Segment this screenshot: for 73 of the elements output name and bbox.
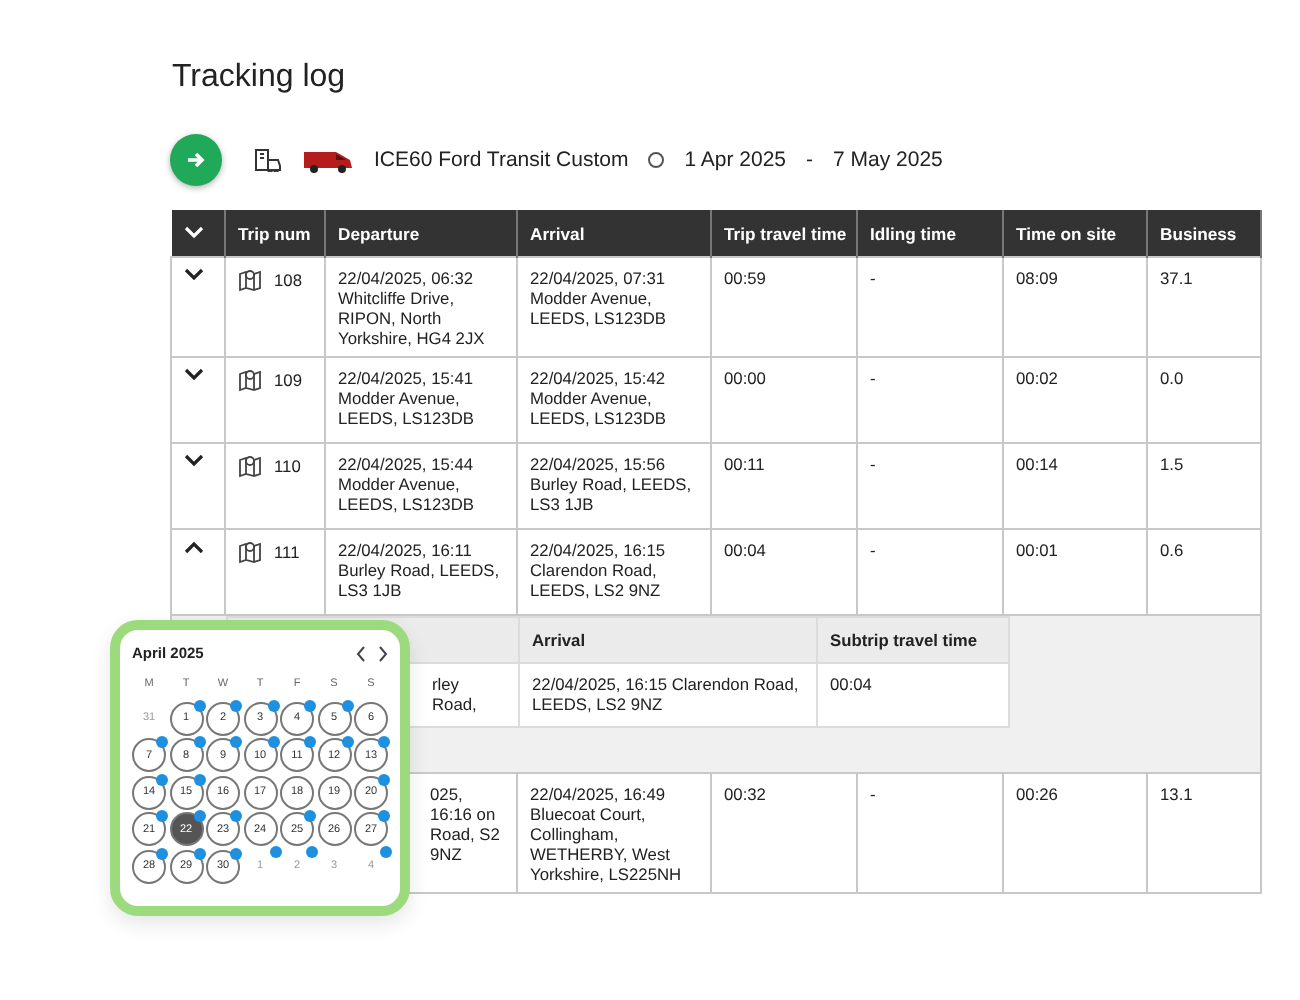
expand-toggle[interactable] — [184, 540, 204, 554]
chevron-icon — [184, 540, 204, 554]
table-cell: 22/04/2025, 15:56 Burley Road, LEEDS, LS3 1JB — [530, 454, 692, 514]
expand-all-toggle[interactable] — [183, 226, 203, 240]
table-cell: 22/04/2025, 16:15 Clarendon Road, LEEDS, LS2 9NZ — [530, 540, 666, 600]
map-pin-icon — [238, 368, 262, 392]
map-pin-icon — [238, 454, 262, 478]
table-cell: 00:04 — [724, 540, 766, 560]
table-cell: 00:26 — [1016, 784, 1058, 804]
table-cell: - — [870, 540, 876, 560]
table-cell: - — [870, 784, 876, 804]
column-header: Subtrip travel time — [817, 617, 1009, 663]
map-pin-icon — [238, 540, 262, 564]
table-cell: - — [870, 454, 876, 474]
table-cell: 00:02 — [1016, 368, 1058, 388]
table-cell: 00:00 — [724, 368, 766, 388]
table-cell: 22/04/2025, 07:31 Modder Avenue, LEEDS, LS123DB — [530, 268, 666, 328]
table-cell: 22/04/2025, 15:44 Modder Avenue, LEEDS, LS123DB — [338, 454, 474, 514]
column-header: Departure — [325, 210, 517, 257]
chevron-left-icon — [356, 645, 366, 661]
table-cell: 110 — [274, 456, 301, 476]
table-cell: 22/04/2025, 06:32 Whitcliffe Drive, RIPON, North Yorkshire, HG4 2JX — [338, 268, 485, 348]
expand-toggle[interactable] — [184, 268, 204, 282]
table-cell: 22/04/2025, 16:49 Bluecoat Court, Collingham, WETHERBY, West Yorkshire, LS225NH — [530, 784, 682, 884]
column-header: Trip travel time — [711, 210, 857, 257]
date-separator: - — [806, 148, 814, 172]
expand-toggle[interactable] — [184, 454, 204, 468]
column-header: Time on site — [1003, 210, 1147, 257]
date-from: 1 Apr 2025 — [684, 148, 787, 172]
table-cell: 00:11 — [724, 454, 765, 474]
table-cell: 0.0 — [1160, 368, 1184, 388]
table-cell: 22/04/2025, 15:42 Modder Avenue, LEEDS, LS123DB — [530, 368, 666, 428]
page-title: Tracking log — [172, 60, 348, 96]
date-to: 7 May 2025 — [833, 148, 943, 172]
map-pin-icon — [238, 268, 262, 292]
table-cell: 37.1 — [1160, 268, 1193, 288]
table-cell: 00:32 — [724, 784, 766, 804]
arrow-right-icon — [187, 152, 205, 168]
column-header: Arrival — [519, 617, 817, 663]
table-cell: 08:09 — [1016, 268, 1058, 288]
table-cell: - — [870, 368, 876, 388]
table-cell: 108 — [274, 270, 302, 290]
table-cell: 00:01 — [1016, 540, 1058, 560]
table-cell: 0.6 — [1160, 540, 1184, 560]
column-header: Idling time — [857, 210, 1003, 257]
table-cell: 109 — [274, 370, 302, 390]
table-cell: 1.5 — [1160, 454, 1184, 474]
table-cell: 00:04 — [830, 674, 872, 694]
chevron-icon — [184, 368, 204, 382]
table-cell: 025, 16:16 on Road, S2 9NZ — [430, 784, 500, 864]
table-cell: 00:14 — [1016, 454, 1058, 474]
previous-month-button[interactable] — [356, 645, 366, 661]
table-cell: - — [870, 268, 876, 288]
table-cell: 22/04/2025, 15:41 Modder Avenue, LEEDS, LS123DB — [338, 368, 474, 428]
chevron-icon — [183, 226, 203, 240]
table-cell: 00:59 — [724, 268, 766, 288]
table-cell: 13.1 — [1160, 784, 1193, 804]
table-cell: rley Road, — [432, 674, 477, 714]
circle-icon — [648, 152, 665, 168]
chevron-icon — [184, 268, 204, 282]
next-month-button[interactable] — [378, 645, 388, 661]
table-cell: 22/04/2025, 16:15 Clarendon Road, LEEDS, LS2 9NZ — [532, 674, 799, 714]
go-button[interactable] — [170, 134, 222, 186]
vehicle-name: ICE60 Ford Transit Custom — [374, 148, 629, 172]
van-icon — [302, 147, 354, 173]
table-cell: 22/04/2025, 16:11 Burley Road, LEEDS, LS3 1JB — [338, 540, 500, 600]
column-header: Arrival — [517, 210, 711, 257]
chevron-icon — [184, 454, 204, 468]
chevron-right-icon — [378, 645, 388, 661]
expand-toggle[interactable] — [184, 368, 204, 382]
table-cell: 111 — [274, 542, 300, 562]
column-header: Business — [1147, 210, 1261, 257]
column-header: Trip num — [225, 210, 325, 257]
